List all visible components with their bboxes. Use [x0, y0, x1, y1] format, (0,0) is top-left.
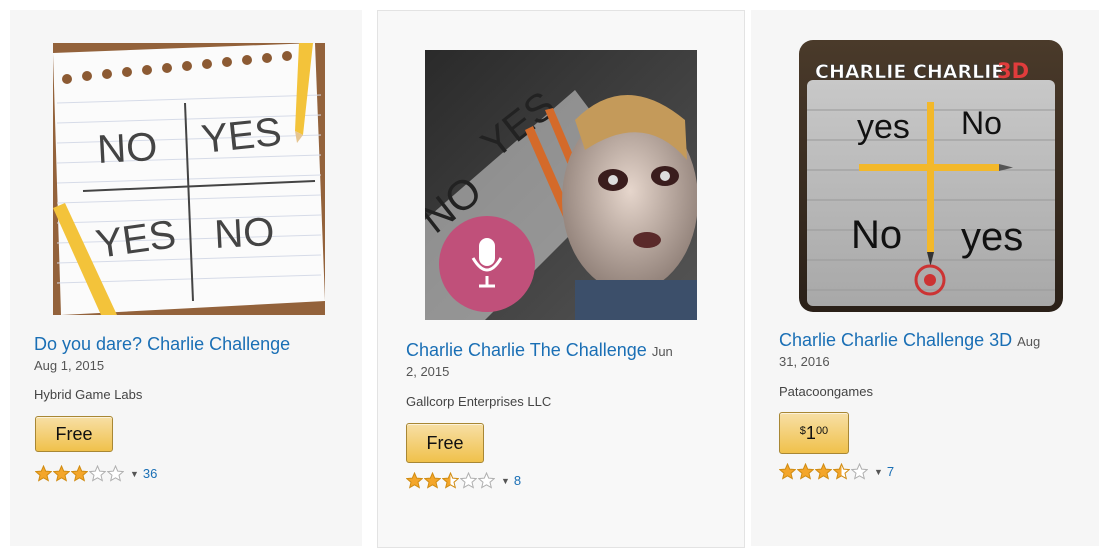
svg-text:yes: yes — [857, 108, 910, 146]
release-date-continued: 31, 2016 — [779, 354, 830, 369]
svg-text:No: No — [961, 105, 1002, 141]
product-title-line: Do you dare? Charlie Challenge — [34, 332, 354, 356]
star-empty-icon — [89, 465, 106, 482]
star-filled-icon — [35, 465, 52, 482]
star-empty-icon — [851, 463, 868, 480]
star-filled-icon — [406, 472, 423, 489]
price-button[interactable]: $100 — [779, 412, 849, 454]
caret-down-icon[interactable]: ▼ — [501, 476, 510, 486]
star-rating[interactable]: ▼ 7 — [779, 463, 894, 480]
caret-down-icon[interactable]: ▼ — [874, 467, 883, 477]
publisher-name: Gallcorp Enterprises LLC — [406, 394, 552, 409]
product-title-link[interactable]: Charlie Charlie The Challenge — [406, 340, 647, 360]
product-title-line: Charlie Charlie Challenge 3D Aug — [779, 328, 1097, 354]
star-empty-icon — [478, 472, 495, 489]
star-empty-icon — [460, 472, 477, 489]
price-currency: $ — [799, 425, 806, 437]
price-whole: 1 — [805, 423, 816, 443]
star-filled-icon — [779, 463, 796, 480]
svg-text:No: No — [851, 213, 902, 257]
product-card: CHARLIE CHARLIE 3D yes No No yes Charlie… — [751, 10, 1099, 546]
svg-text:3D: 3D — [997, 59, 1029, 83]
release-date-continued: 2, 2015 — [406, 364, 450, 379]
price-fraction: 00 — [815, 425, 829, 437]
pencil-cross-3d-icon: CHARLIE CHARLIE 3D yes No No yes — [799, 40, 1063, 312]
svg-text:yes: yes — [961, 215, 1023, 259]
star-rating[interactable]: ▼ 8 — [406, 472, 521, 489]
star-filled-icon — [424, 472, 441, 489]
caret-down-icon[interactable]: ▼ — [130, 469, 139, 479]
star-half-icon — [442, 472, 459, 489]
svg-text:NO: NO — [213, 210, 275, 257]
star-filled-icon — [53, 465, 70, 482]
svg-text:CHARLIE CHARLIE: CHARLIE CHARLIE — [815, 61, 1004, 83]
product-image[interactable]: NO YES YES NO — [53, 43, 325, 315]
publisher-name: Hybrid Game Labs — [34, 387, 143, 402]
product-card: NO YES YES NO Do you dare? Charlie Chall… — [10, 10, 362, 546]
svg-text:NO: NO — [96, 125, 158, 172]
star-filled-icon — [71, 465, 88, 482]
review-count-link[interactable]: 8 — [514, 473, 521, 488]
star-empty-icon — [107, 465, 124, 482]
ghost-boy-microphone-icon: NO YES — [425, 50, 697, 320]
product-title-link[interactable]: Do you dare? Charlie Challenge — [34, 334, 290, 354]
product-title-link[interactable]: Charlie Charlie Challenge 3D — [779, 330, 1012, 350]
release-date: Aug — [1017, 334, 1041, 349]
review-count-link[interactable]: 36 — [143, 466, 157, 481]
release-date: Aug 1, 2015 — [34, 358, 105, 373]
paper-grid-no-yes-icon: NO YES YES NO — [53, 43, 325, 315]
star-filled-icon — [815, 463, 832, 480]
product-image[interactable]: CHARLIE CHARLIE 3D yes No No yes — [799, 40, 1063, 312]
product-image[interactable]: NO YES — [425, 50, 697, 320]
star-rating[interactable]: ▼ 36 — [35, 465, 157, 482]
product-row: NO YES YES NO Do you dare? Charlie Chall… — [0, 0, 1101, 550]
product-title-line: Charlie Charlie The Challenge Jun — [406, 338, 736, 364]
price-button[interactable]: Free — [406, 423, 484, 463]
publisher-name: Patacoongames — [779, 384, 873, 399]
review-count-link[interactable]: 7 — [887, 464, 894, 479]
star-filled-icon — [797, 463, 814, 480]
product-card: NO YES Charlie Charlie The Challenge Jun… — [377, 10, 745, 548]
release-date: Jun — [651, 344, 673, 359]
star-half-icon — [833, 463, 850, 480]
svg-text:YES: YES — [199, 110, 283, 162]
price-button[interactable]: Free — [35, 416, 113, 452]
